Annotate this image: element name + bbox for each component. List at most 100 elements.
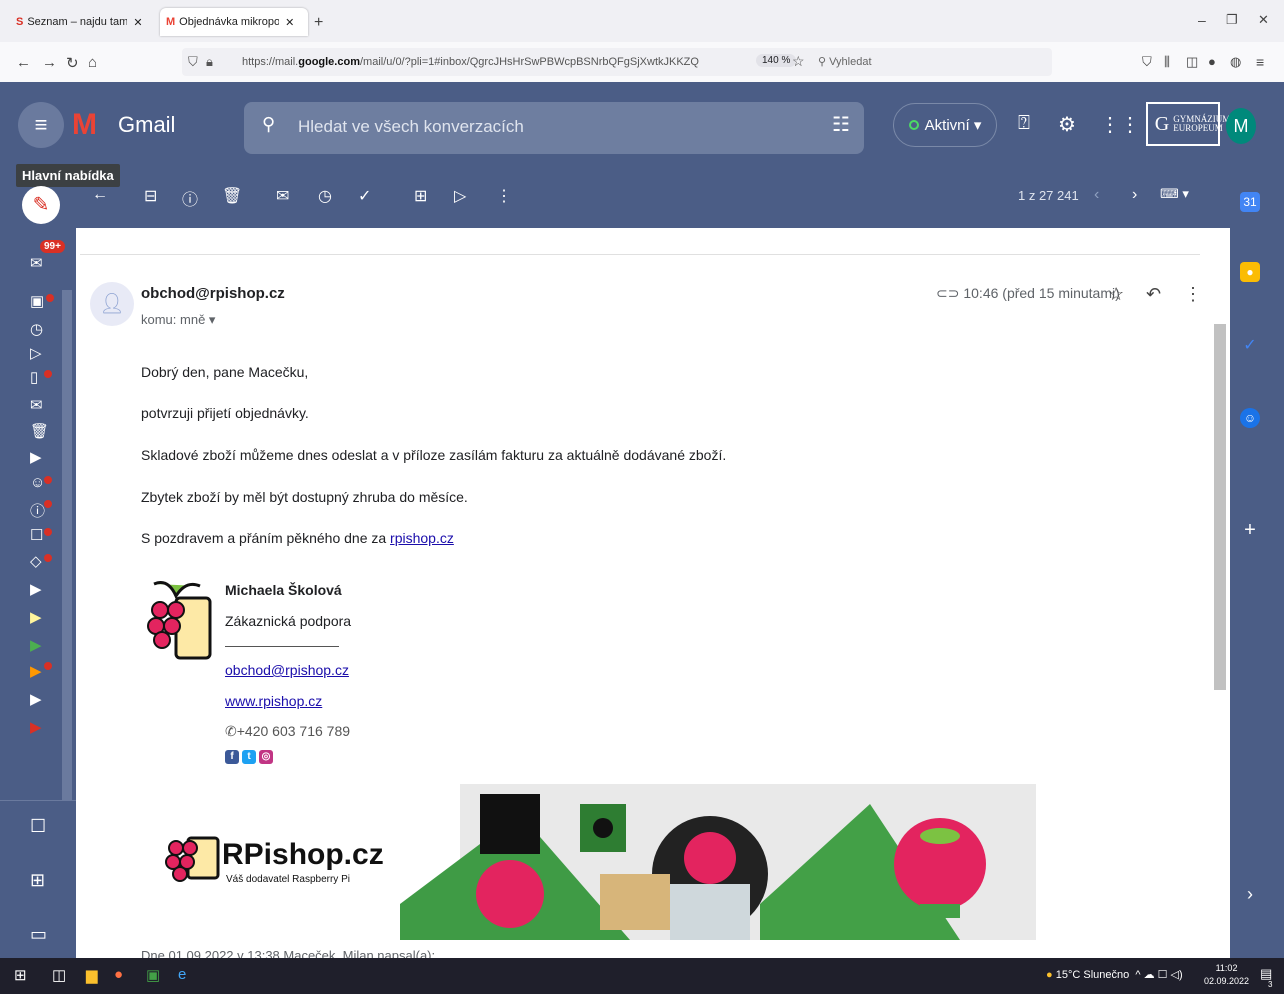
promotions-icon[interactable]: ◇ bbox=[30, 552, 42, 570]
help-icon[interactable]: ⍰ bbox=[1018, 112, 1030, 135]
star-icon[interactable]: ☆ bbox=[1108, 284, 1124, 305]
chevron-right-icon[interactable]: › bbox=[1132, 186, 1137, 204]
important-icon[interactable]: ▣ bbox=[30, 292, 44, 310]
all-mail-icon[interactable]: ✉ bbox=[30, 396, 43, 414]
tasks-icon[interactable]: ✓ bbox=[1240, 336, 1260, 356]
main-menu-button[interactable]: ≡ bbox=[18, 102, 64, 148]
new-tab-button[interactable]: + bbox=[314, 14, 323, 32]
library-icon[interactable]: ⫼ bbox=[1164, 54, 1170, 70]
tab-gmail[interactable]: M Objednávka mikropočítačů a ko ✕ bbox=[160, 8, 308, 36]
back-icon[interactable]: ← bbox=[16, 54, 31, 71]
mail-search-input[interactable] bbox=[296, 116, 800, 138]
account-icon[interactable]: ◍ bbox=[1230, 54, 1241, 70]
browser-search[interactable]: ⚲ Vyhledat bbox=[812, 50, 1058, 74]
spaces-icon[interactable]: ⊞ bbox=[30, 870, 45, 891]
trash-icon[interactable]: 🗑︎ bbox=[30, 422, 49, 440]
twitter-icon[interactable]: t bbox=[242, 750, 256, 764]
file-explorer-icon[interactable]: ▆ bbox=[86, 966, 98, 984]
more-vert-icon[interactable]: ⋮ bbox=[1184, 284, 1202, 305]
reload-icon[interactable]: ↻ bbox=[66, 54, 79, 72]
tab-seznam[interactable]: S Seznam – najdu tam, co neznám ✕ bbox=[10, 8, 158, 36]
search-icon[interactable]: ⚲ bbox=[262, 114, 275, 135]
home-icon[interactable]: ⌂ bbox=[88, 54, 97, 71]
minimize-icon[interactable]: – bbox=[1198, 12, 1206, 28]
excel-icon[interactable]: ▣ bbox=[146, 966, 160, 984]
lock-icon[interactable]: 🔒︎ bbox=[206, 54, 213, 70]
report-spam-icon[interactable]: ⓘ bbox=[182, 186, 198, 210]
signature-web-link[interactable]: www.rpishop.cz bbox=[225, 693, 322, 709]
gear-icon[interactable]: ⚙ bbox=[1058, 112, 1076, 137]
updates-icon[interactable]: ⓘ bbox=[30, 500, 45, 521]
forums-icon[interactable]: ☐ bbox=[30, 526, 43, 544]
message-scrollbar[interactable] bbox=[1214, 324, 1226, 690]
bookmark-star-icon[interactable]: ☆ bbox=[792, 53, 805, 70]
shield-icon[interactable]: ⛉ bbox=[188, 54, 198, 70]
recipient-details[interactable]: komu: mně ▾ bbox=[141, 312, 215, 328]
keyboard-icon[interactable]: ⌨ ▾ bbox=[1160, 186, 1189, 202]
signature-rule bbox=[225, 646, 339, 647]
edge-icon[interactable]: e bbox=[178, 966, 186, 983]
pocket-icon[interactable]: ⛉ bbox=[1142, 54, 1152, 70]
signature-email-link[interactable]: obchod@rpishop.cz bbox=[225, 662, 349, 678]
inbox-icon[interactable]: ✉ bbox=[30, 254, 43, 272]
compose-button[interactable]: ✎ bbox=[22, 186, 60, 224]
search-options-icon[interactable]: ☷ bbox=[832, 112, 850, 137]
restore-icon[interactable]: ❐ bbox=[1226, 12, 1238, 28]
more-vert-icon[interactable]: ⋮ bbox=[496, 186, 512, 206]
back-to-inbox-icon[interactable]: ← bbox=[92, 186, 108, 204]
snoozed-icon[interactable]: ◷ bbox=[30, 320, 43, 338]
instagram-icon[interactable]: ◎ bbox=[259, 750, 273, 764]
calendar-icon[interactable]: 31 bbox=[1240, 192, 1260, 212]
organization-logo[interactable]: G GYMNÁZIUM EUROPEUM bbox=[1146, 102, 1230, 146]
gmail-logo[interactable]: M bbox=[72, 108, 97, 142]
move-to-icon[interactable]: ⊞ bbox=[414, 186, 427, 206]
menu-icon[interactable]: ≡ bbox=[1256, 54, 1264, 70]
close-icon[interactable]: ✕ bbox=[133, 16, 142, 29]
label-icon[interactable]: ▶ bbox=[30, 662, 42, 680]
chat-icon[interactable]: ☐ bbox=[30, 816, 46, 837]
add-task-icon[interactable]: ✓ bbox=[358, 186, 371, 206]
url-text[interactable]: https://mail.google.com/mail/u/0/?pli=1#… bbox=[242, 56, 699, 68]
account-avatar[interactable]: M bbox=[1226, 108, 1256, 144]
sidebar-icon[interactable]: ◫ bbox=[1186, 54, 1198, 70]
label-icon[interactable]: ▷ bbox=[454, 186, 466, 206]
label-icon[interactable]: ▶ bbox=[30, 608, 42, 626]
body-text: Skladové zboží můžeme dnes odeslat a v p… bbox=[141, 447, 727, 463]
label-icon[interactable]: ▶ bbox=[30, 636, 42, 654]
close-window-icon[interactable]: ✕ bbox=[1258, 12, 1269, 28]
greeting: Dobrý den, pane Macečku, bbox=[141, 364, 309, 380]
archive-icon[interactable]: ⊟ bbox=[144, 186, 157, 206]
sender-avatar: 👤︎ bbox=[90, 282, 134, 326]
chevron-left-icon[interactable]: ‹ bbox=[1094, 186, 1099, 204]
add-addon-icon[interactable]: + bbox=[1240, 520, 1260, 540]
extension-icon[interactable]: ● bbox=[1208, 54, 1216, 69]
mark-unread-icon[interactable]: ✉ bbox=[276, 186, 289, 206]
system-tray[interactable]: ● 15°C Slunečno ^ ☁ ☐ ◁) bbox=[1046, 968, 1183, 981]
status-selector[interactable]: Aktivní ▾ bbox=[893, 103, 997, 147]
label-icon[interactable]: ▶ bbox=[30, 580, 42, 598]
firefox-icon[interactable]: ● bbox=[114, 966, 123, 983]
meet-icon[interactable]: ▭ bbox=[30, 924, 47, 945]
label-icon[interactable]: ▶ bbox=[30, 690, 42, 708]
social-icon[interactable]: ☺ bbox=[30, 474, 45, 491]
close-icon[interactable]: ✕ bbox=[285, 16, 294, 29]
contacts-icon[interactable]: ☺ bbox=[1240, 408, 1260, 428]
clock[interactable]: 11:02 02.09.2022 bbox=[1204, 962, 1249, 988]
start-icon[interactable]: ⊞ bbox=[14, 966, 27, 984]
facebook-icon[interactable]: f bbox=[225, 750, 239, 764]
sender-name[interactable]: obchod@rpishop.cz bbox=[141, 285, 285, 302]
task-view-icon[interactable]: ◫ bbox=[52, 966, 66, 984]
forward-icon[interactable]: → bbox=[42, 54, 57, 71]
zoom-level[interactable]: 140 % bbox=[756, 54, 797, 67]
reply-icon[interactable]: ↶ bbox=[1146, 284, 1161, 305]
drafts-icon[interactable]: ▯ bbox=[30, 368, 38, 386]
label-icon[interactable]: ▶ bbox=[30, 448, 42, 466]
expand-panel-icon[interactable]: › bbox=[1240, 884, 1260, 904]
rpishop-link[interactable]: rpishop.cz bbox=[390, 530, 454, 546]
snooze-icon[interactable]: ◷ bbox=[318, 186, 332, 206]
keep-icon[interactable]: ● bbox=[1240, 262, 1260, 282]
label-icon[interactable]: ▶ bbox=[30, 718, 42, 736]
sent-icon[interactable]: ▷ bbox=[30, 344, 42, 362]
trash-icon[interactable]: 🗑︎ bbox=[222, 186, 242, 206]
nav-scrollbar[interactable] bbox=[62, 290, 72, 800]
